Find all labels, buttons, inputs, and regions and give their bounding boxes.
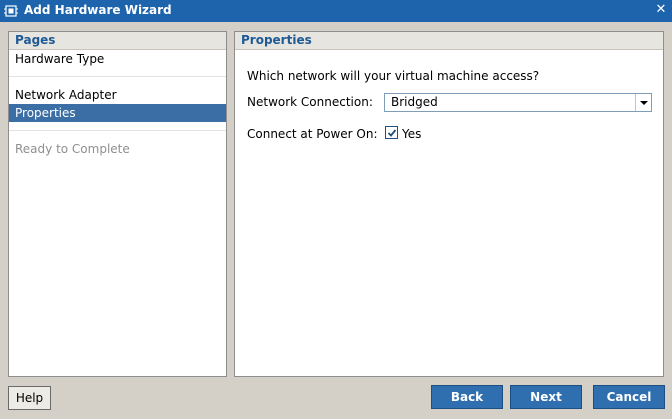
help-button[interactable]: Help — [8, 386, 51, 410]
cancel-button[interactable]: Cancel — [593, 385, 665, 409]
add-hardware-wizard-window: Add Hardware Wizard ✕ Pages Hardware Typ… — [0, 0, 672, 419]
pages-header: Pages — [9, 32, 226, 50]
page-item-ready-to-complete: Ready to Complete — [15, 142, 130, 156]
title-bar[interactable]: Add Hardware Wizard ✕ — [0, 0, 672, 22]
next-button[interactable]: Next — [510, 385, 582, 409]
chevron-down-icon[interactable] — [635, 94, 651, 111]
network-question: Which network will your virtual machine … — [247, 69, 540, 83]
network-connection-value: Bridged — [391, 95, 438, 109]
window-title: Add Hardware Wizard — [24, 3, 172, 17]
connect-at-power-on-label: Connect at Power On: — [247, 127, 378, 141]
page-divider — [9, 130, 226, 131]
network-connection-select[interactable]: Bridged — [384, 93, 652, 112]
page-divider — [9, 76, 226, 77]
properties-panel: Properties Which network will your virtu… — [234, 31, 664, 377]
pages-panel: Pages Hardware Type Network Adapter Prop… — [8, 31, 227, 377]
connect-at-power-on-option[interactable]: Yes — [402, 127, 421, 141]
back-button[interactable]: Back — [431, 385, 503, 409]
hardware-chip-icon — [4, 4, 18, 18]
properties-header: Properties — [235, 32, 663, 50]
connect-at-power-on-checkbox[interactable] — [385, 126, 398, 139]
page-item-properties[interactable]: Properties — [9, 104, 226, 122]
page-item-hardware-type[interactable]: Hardware Type — [9, 50, 226, 68]
checkmark-icon — [387, 129, 397, 137]
page-item-network-adapter[interactable]: Network Adapter — [9, 86, 226, 104]
network-connection-label: Network Connection: — [247, 95, 373, 109]
close-icon[interactable]: ✕ — [654, 3, 668, 17]
